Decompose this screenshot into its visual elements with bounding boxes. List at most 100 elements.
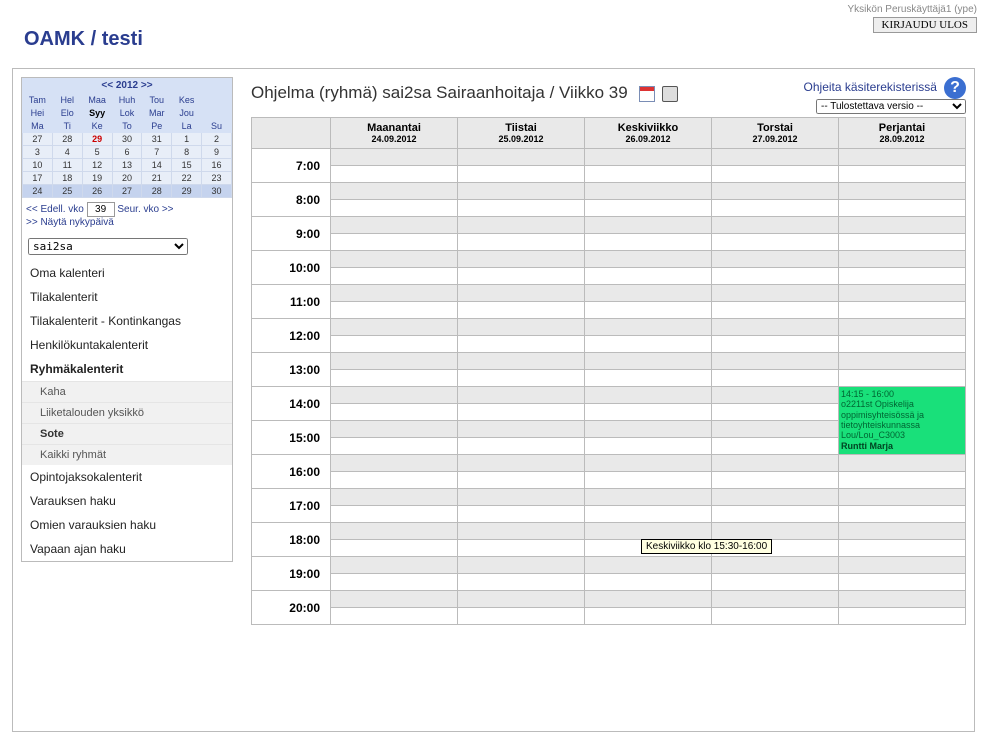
nav-sub-kaha[interactable]: Kaha	[22, 381, 232, 402]
schedule-cell[interactable]	[839, 217, 966, 234]
schedule-cell[interactable]	[839, 285, 966, 302]
schedule-cell[interactable]	[331, 200, 458, 217]
schedule-cell[interactable]	[712, 200, 839, 217]
day-cell[interactable]: 5	[82, 146, 112, 159]
week-input[interactable]	[87, 202, 115, 217]
schedule-cell[interactable]	[458, 234, 585, 251]
day-cell[interactable]: 11	[52, 159, 82, 172]
schedule-cell[interactable]	[331, 149, 458, 166]
schedule-cell[interactable]	[712, 557, 839, 574]
schedule-cell[interactable]	[585, 421, 712, 438]
schedule-cell[interactable]	[712, 149, 839, 166]
schedule-cell[interactable]	[331, 353, 458, 370]
schedule-cell[interactable]	[585, 149, 712, 166]
schedule-cell[interactable]	[331, 387, 458, 404]
schedule-cell[interactable]	[712, 370, 839, 387]
schedule-cell[interactable]	[585, 217, 712, 234]
schedule-cell[interactable]: 14:15 - 16:00o2211st Opiskelijaoppimisyh…	[839, 387, 966, 455]
schedule-cell[interactable]	[839, 557, 966, 574]
schedule-cell[interactable]	[839, 540, 966, 557]
month-Syy[interactable]: Syy	[82, 107, 112, 120]
day-cell[interactable]: 30	[112, 133, 142, 146]
day-cell[interactable]: 29	[172, 185, 202, 198]
month-Hel[interactable]: Hel	[52, 94, 82, 107]
schedule-cell[interactable]	[458, 200, 585, 217]
schedule-cell[interactable]	[458, 489, 585, 506]
schedule-cell[interactable]	[331, 574, 458, 591]
day-cell[interactable]: 16	[202, 159, 232, 172]
schedule-cell[interactable]	[458, 472, 585, 489]
schedule-cell[interactable]	[331, 523, 458, 540]
day-cell[interactable]: 29	[82, 133, 112, 146]
prev-week-link[interactable]: << Edell. vko	[26, 204, 84, 215]
schedule-cell[interactable]	[458, 608, 585, 625]
schedule-cell[interactable]	[712, 319, 839, 336]
schedule-cell[interactable]	[458, 438, 585, 455]
schedule-cell[interactable]	[585, 302, 712, 319]
schedule-cell[interactable]	[585, 438, 712, 455]
schedule-cell[interactable]	[839, 234, 966, 251]
help-link[interactable]: Ohjeita käsiterekisterissä	[804, 80, 937, 94]
schedule-cell[interactable]	[712, 608, 839, 625]
day-cell[interactable]: 30	[202, 185, 232, 198]
schedule-cell[interactable]	[331, 183, 458, 200]
calendar-icon[interactable]	[639, 86, 655, 102]
day-cell[interactable]: 28	[52, 133, 82, 146]
nav-own-calendar[interactable]: Oma kalenteri	[22, 261, 232, 285]
day-cell[interactable]: 28	[142, 185, 172, 198]
schedule-cell[interactable]	[712, 506, 839, 523]
schedule-cell[interactable]	[331, 540, 458, 557]
schedule-cell[interactable]	[712, 302, 839, 319]
schedule-cell[interactable]	[585, 268, 712, 285]
schedule-cell[interactable]	[331, 455, 458, 472]
month-Mar[interactable]: Mar	[142, 107, 172, 120]
schedule-cell[interactable]	[585, 489, 712, 506]
day-cell[interactable]: 17	[23, 172, 53, 185]
day-cell[interactable]: 19	[82, 172, 112, 185]
schedule-cell[interactable]	[458, 387, 585, 404]
schedule-cell[interactable]	[458, 285, 585, 302]
schedule-cell[interactable]	[458, 455, 585, 472]
schedule-cell[interactable]	[585, 234, 712, 251]
schedule-cell[interactable]	[712, 234, 839, 251]
schedule-cell[interactable]	[458, 302, 585, 319]
schedule-cell[interactable]	[458, 557, 585, 574]
schedule-cell[interactable]	[712, 404, 839, 421]
schedule-cell[interactable]	[458, 421, 585, 438]
schedule-cell[interactable]	[839, 149, 966, 166]
day-cell[interactable]: 3	[23, 146, 53, 159]
schedule-cell[interactable]	[458, 506, 585, 523]
day-cell[interactable]: 27	[23, 133, 53, 146]
schedule-cell[interactable]	[458, 523, 585, 540]
schedule-cell[interactable]	[458, 183, 585, 200]
schedule-cell[interactable]	[712, 353, 839, 370]
day-cell[interactable]: 20	[112, 172, 142, 185]
schedule-cell[interactable]	[331, 251, 458, 268]
nav-staff-calendars[interactable]: Henkilökuntakalenterit	[22, 333, 232, 357]
schedule-cell[interactable]	[839, 472, 966, 489]
nav-room-calendars[interactable]: Tilakalenterit	[22, 285, 232, 309]
schedule-cell[interactable]	[712, 421, 839, 438]
schedule-cell[interactable]	[712, 489, 839, 506]
day-cell[interactable]: 9	[202, 146, 232, 159]
month-Hei[interactable]: Hei	[23, 107, 53, 120]
day-cell[interactable]: 24	[23, 185, 53, 198]
schedule-cell[interactable]	[458, 540, 585, 557]
schedule-cell[interactable]	[839, 268, 966, 285]
schedule-cell[interactable]	[331, 285, 458, 302]
schedule-cell[interactable]	[585, 506, 712, 523]
nav-course-calendars[interactable]: Opintojaksokalenterit	[22, 465, 232, 489]
nav-sub-liiketalous[interactable]: Liiketalouden yksikkö	[22, 402, 232, 423]
schedule-cell[interactable]	[458, 353, 585, 370]
schedule-cell[interactable]	[712, 217, 839, 234]
schedule-cell[interactable]	[458, 574, 585, 591]
logout-button[interactable]: KIRJAUDU ULOS	[873, 17, 977, 33]
month-Maa[interactable]: Maa	[82, 94, 112, 107]
schedule-cell[interactable]	[712, 251, 839, 268]
day-cell[interactable]: 1	[172, 133, 202, 146]
schedule-cell[interactable]	[331, 591, 458, 608]
schedule-cell[interactable]	[458, 591, 585, 608]
schedule-cell[interactable]	[331, 489, 458, 506]
schedule-cell[interactable]	[839, 574, 966, 591]
schedule-cell[interactable]	[839, 591, 966, 608]
